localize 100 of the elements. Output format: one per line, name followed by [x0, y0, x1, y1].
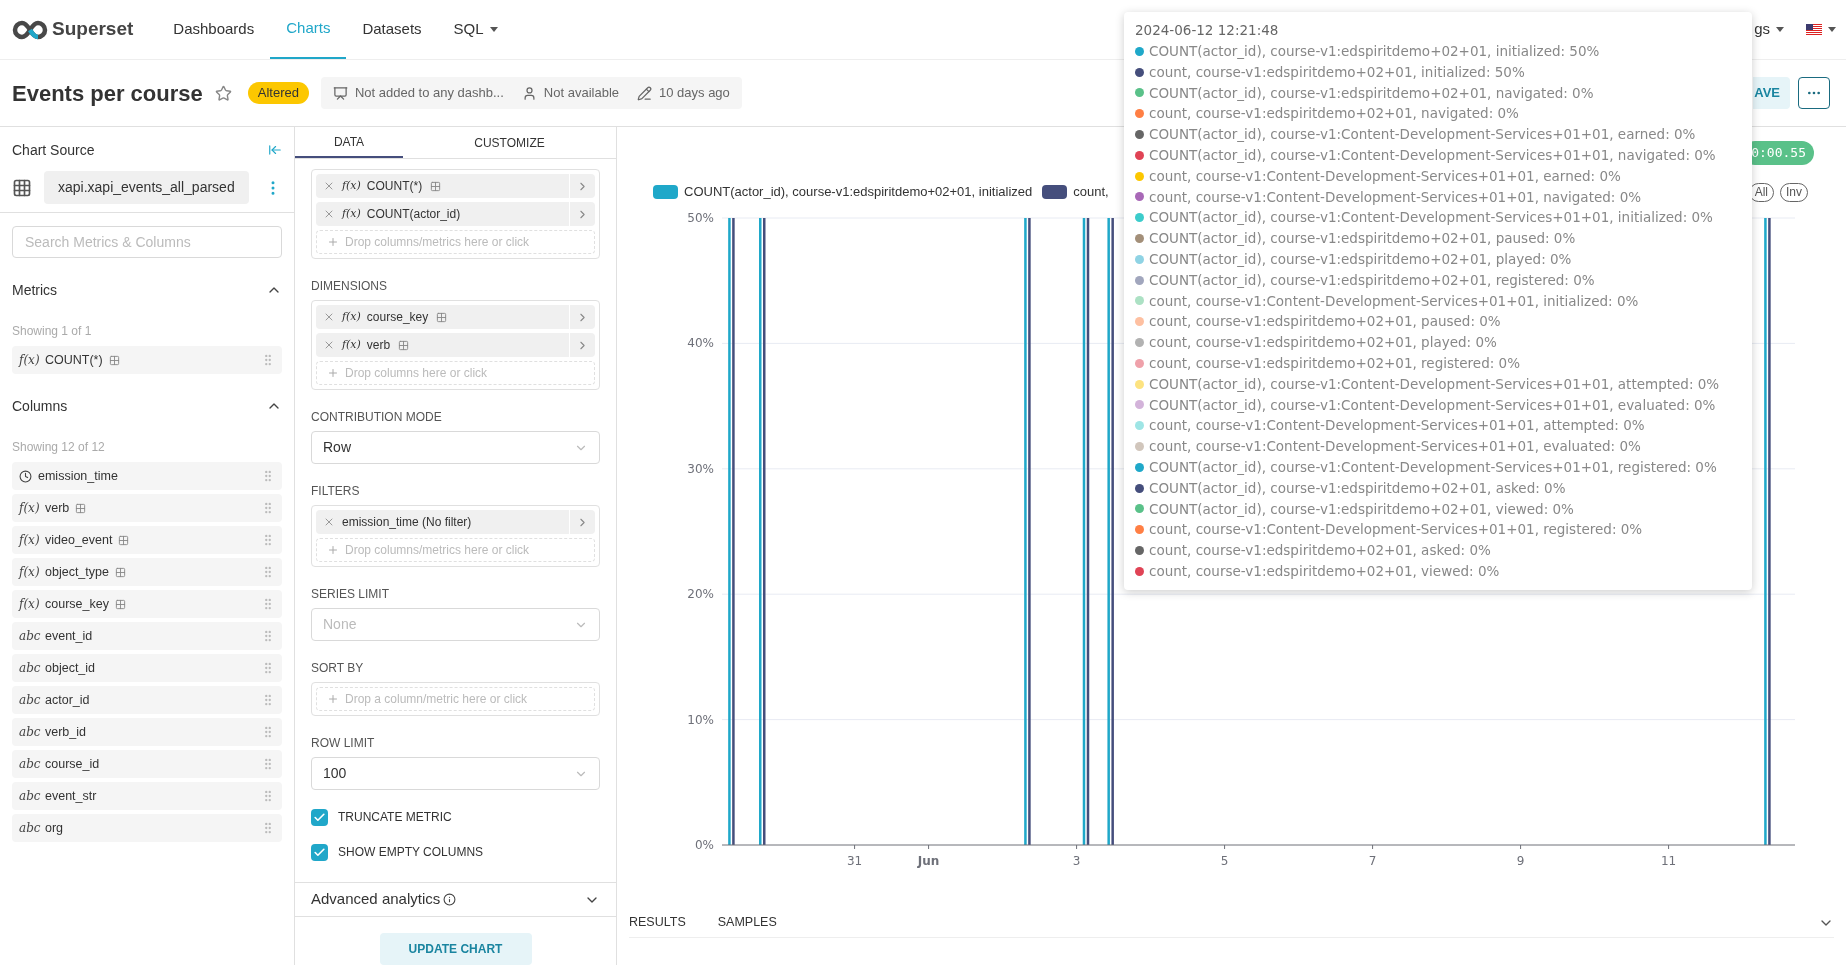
- axis-label: Jun: [917, 854, 940, 868]
- control-label: SERIES LIMIT: [311, 586, 391, 604]
- selected-item[interactable]: f(x) COUNT(*): [316, 174, 595, 199]
- list-item[interactable]: abc course_id: [12, 750, 282, 778]
- section-title: Columns: [12, 396, 68, 416]
- tooltip-row-text: count, course-v1:edspiritdemo+02+01, asked: 0%: [1149, 541, 1491, 561]
- status-badge: Altered: [247, 82, 309, 104]
- item-count: Showing 1 of 1: [12, 323, 93, 340]
- checkbox-label: TRUNCATE METRIC: [338, 809, 452, 827]
- tooltip-row-text: count, course-v1:edspiritdemo+02+01, viewed: 0%: [1149, 561, 1500, 581]
- tooltip-row-text: count, course-v1:edspiritdemo+02+01, registered: 0%: [1149, 353, 1520, 373]
- select-field[interactable]: Row: [311, 431, 600, 465]
- brand-name[interactable]: Superset: [52, 15, 134, 44]
- tooltip-row-text: COUNT(actor_id), course-v1:edspiritdemo+02+01, initialized: 50%: [1149, 42, 1600, 61]
- tab[interactable]: RESULTS: [629, 913, 686, 932]
- panel-title: Chart Source: [12, 140, 95, 160]
- checkbox[interactable]: [311, 808, 328, 826]
- legend-item[interactable]: COUNT(actor_id), course-v1:edspiritdemo+02+01, initialized: [653, 182, 1033, 202]
- tooltip-row-text: count, course-v1:Content-Development-Services+01+01, navigated: 0%: [1149, 187, 1642, 207]
- type-label: f(x): [342, 309, 361, 325]
- type-label: f(x): [342, 178, 361, 194]
- chart-title: Events per course: [12, 79, 203, 108]
- tooltip-row-text: COUNT(actor_id), course-v1:Content-Development-Services+01+01, navigated: 0%: [1149, 146, 1716, 165]
- nav-link[interactable]: Datasets: [346, 0, 438, 59]
- list-item[interactable]: abc org: [12, 814, 282, 842]
- tooltip-row-text: count, course-v1:Content-Development-Services+01+01, initialized: 0%: [1149, 291, 1639, 311]
- tooltip-row-text: count, course-v1:Content-Development-Services+01+01, attempted: 0%: [1149, 416, 1645, 436]
- plus-icon: [327, 693, 339, 706]
- list-item[interactable]: f(x) verb: [12, 494, 282, 522]
- list-item[interactable]: abc event_id: [12, 622, 282, 650]
- star-icon[interactable]: [214, 84, 232, 102]
- collapsible-header[interactable]: Advanced analytics: [295, 882, 616, 917]
- metadata-text: Not available: [543, 84, 619, 103]
- axis-label: 9: [1516, 854, 1525, 868]
- dataset-name[interactable]: xapi.xapi_events_all_parsed: [44, 171, 249, 204]
- selected-item[interactable]: f(x) course_key: [316, 305, 595, 330]
- tab[interactable]: SAMPLES: [717, 913, 777, 932]
- selected-item[interactable]: emission_time (No filter): [316, 510, 595, 535]
- tab[interactable]: DATA: [295, 127, 403, 159]
- plus-icon: [327, 544, 339, 557]
- update-chart-button[interactable]: UPDATE CHART: [379, 933, 532, 965]
- save-button[interactable]: AVE: [1753, 77, 1790, 109]
- list-item[interactable]: abc event_str: [12, 782, 282, 810]
- settings-menu[interactable]: gs: [1754, 18, 1770, 41]
- tooltip-row-text: COUNT(actor_id), course-v1:Content-Development-Services+01+01, registered: 0%: [1149, 457, 1717, 477]
- axis-label: 10%: [687, 712, 714, 727]
- list-item[interactable]: abc object_id: [12, 654, 282, 682]
- tooltip-row-text: count, course-v1:Content-Development-Services+01+01, earned: 0%: [1149, 166, 1621, 186]
- axis-label: 11: [1660, 854, 1677, 868]
- type-label: f(x): [19, 532, 39, 549]
- tooltip-row-text: count, course-v1:Content-Development-Services+01+01, registered: 0%: [1149, 520, 1643, 540]
- tooltip-row-text: COUNT(actor_id), course-v1:edspiritdemo+02+01, paused: 0%: [1149, 229, 1576, 249]
- list-item[interactable]: f(x) COUNT(*): [12, 346, 282, 374]
- check-icon: [313, 845, 326, 859]
- collapse-icon[interactable]: [268, 143, 282, 157]
- tab[interactable]: CUSTOMIZE: [403, 127, 616, 159]
- type-label: f(x): [19, 564, 39, 581]
- list-item[interactable]: abc actor_id: [12, 686, 282, 714]
- tooltip-row-text: COUNT(actor_id), course-v1:edspiritdemo+02+01, asked: 0%: [1149, 478, 1566, 498]
- type-label: abc: [19, 820, 39, 837]
- legend-item[interactable]: count,: [1042, 182, 1109, 202]
- tooltip-row-text: count, course-v1:Content-Development-Services+01+01, evaluated: 0%: [1149, 437, 1641, 457]
- user-icon: [521, 85, 537, 101]
- more-button[interactable]: [1798, 77, 1830, 109]
- control-label: DIMENSIONS: [311, 278, 388, 296]
- axis-label: 31: [846, 854, 863, 868]
- metadata-text: Not added to any dashb...: [354, 84, 504, 103]
- axis-label: 40%: [687, 336, 714, 351]
- flag-icon[interactable]: [1806, 24, 1822, 35]
- type-label: abc: [19, 692, 39, 709]
- list-item[interactable]: emission_time: [12, 462, 282, 490]
- tooltip-row-text: COUNT(actor_id), course-v1:edspiritdemo+02+01, played: 0%: [1149, 249, 1572, 269]
- checkbox-label: SHOW EMPTY COLUMNS: [338, 844, 484, 862]
- type-label: abc: [19, 756, 39, 773]
- table-icon: [12, 177, 32, 198]
- control-label: ROW LIMIT: [311, 735, 376, 753]
- axis-label: 0%: [694, 838, 714, 852]
- check-icon: [313, 810, 326, 824]
- dashboard-icon: [332, 85, 348, 101]
- tooltip-row-text: COUNT(actor_id), course-v1:edspiritdemo+02+01, viewed: 0%: [1149, 499, 1574, 519]
- list-item[interactable]: abc verb_id: [12, 718, 282, 746]
- nav-link[interactable]: SQL: [437, 0, 514, 59]
- axis-label: 20%: [687, 587, 714, 602]
- axis-label: 3: [1072, 854, 1081, 868]
- selected-item[interactable]: f(x) COUNT(actor_id): [316, 202, 595, 227]
- search-field[interactable]: Search Metrics & Columns: [12, 226, 282, 258]
- axis-label: 30%: [687, 461, 714, 476]
- select-field[interactable]: 100: [311, 757, 600, 791]
- nav-link[interactable]: Dashboards: [157, 0, 271, 59]
- caret-icon: [1828, 27, 1836, 32]
- checkbox[interactable]: [311, 843, 328, 861]
- item-count: Showing 12 of 12: [12, 439, 106, 456]
- control-label: CONTRIBUTION MODE: [311, 409, 443, 427]
- list-item[interactable]: f(x) video_event: [12, 526, 282, 554]
- clock-icon: [19, 469, 32, 483]
- list-item[interactable]: f(x) object_type: [12, 558, 282, 586]
- selected-item[interactable]: f(x) verb: [316, 333, 595, 358]
- type-label: f(x): [342, 337, 361, 353]
- axis-label: 5: [1220, 854, 1229, 868]
- list-item[interactable]: f(x) course_key: [12, 590, 282, 618]
